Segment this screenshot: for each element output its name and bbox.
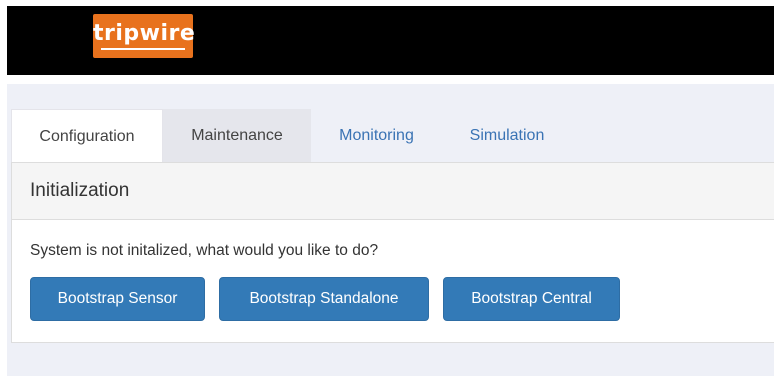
initialization-panel: Initialization System is not initalized,… xyxy=(11,162,774,343)
tab-label: Simulation xyxy=(469,127,545,144)
main-content: Configuration Maintenance Monitoring Sim… xyxy=(7,84,774,376)
tab-label: Maintenance xyxy=(191,127,283,144)
bootstrap-sensor-button[interactable]: Bootstrap Sensor xyxy=(30,277,205,321)
tab-configuration[interactable]: Configuration xyxy=(11,109,163,163)
tab-bar: Configuration Maintenance Monitoring Sim… xyxy=(11,109,572,163)
tab-maintenance[interactable]: Maintenance xyxy=(163,109,311,163)
logo-underline xyxy=(101,48,185,50)
init-message: System is not initalized, what would you… xyxy=(30,242,379,259)
tab-simulation[interactable]: Simulation xyxy=(442,109,572,163)
bootstrap-standalone-button[interactable]: Bootstrap Standalone xyxy=(219,277,429,321)
tab-label: Configuration xyxy=(39,127,135,145)
panel-heading: Initialization xyxy=(12,163,774,220)
top-navbar: tripwire xyxy=(7,6,774,75)
tab-monitoring[interactable]: Monitoring xyxy=(311,109,442,163)
button-row: Bootstrap Sensor Bootstrap Standalone Bo… xyxy=(30,277,774,321)
tripwire-logo[interactable]: tripwire xyxy=(93,14,196,58)
panel-body: System is not initalized, what would you… xyxy=(12,220,774,321)
logo-text: tripwire xyxy=(93,21,196,46)
tab-label: Monitoring xyxy=(339,127,414,144)
bootstrap-central-button[interactable]: Bootstrap Central xyxy=(443,277,620,321)
